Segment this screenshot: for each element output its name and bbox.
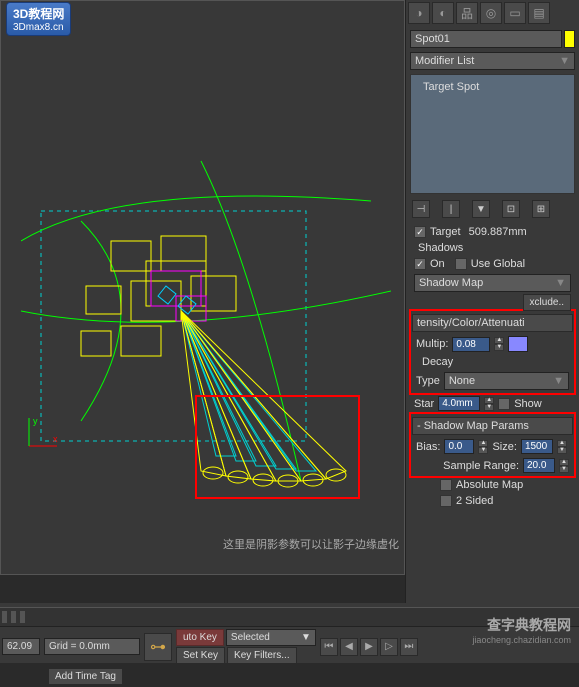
tab-create[interactable]: ◑ [408, 2, 430, 24]
site-logo: 3D教程网 3Dmax8.cn [6, 2, 71, 36]
logo-line2: 3Dmax8.cn [13, 22, 64, 33]
goto-end-button[interactable]: ⏭ [400, 638, 418, 656]
size-spinner[interactable]: 1500 [521, 439, 553, 454]
sample-range-label: Sample Range: [443, 460, 519, 472]
shadow-map-highlight: - Shadow Map Params Bias: 0.0 ▲▼ Size: 1… [409, 412, 576, 478]
dropdown-arrow-icon: ▼ [301, 632, 311, 643]
sample-range-spinner[interactable]: 20.0 [523, 458, 555, 473]
decay-start-label: Star [414, 398, 434, 410]
dropdown-arrow-icon: ▼ [555, 277, 566, 289]
intensity-rollout[interactable]: tensity/Color/Attenuati [412, 314, 573, 332]
watermark-logo: 查字典教程网 [472, 615, 571, 635]
key-mode-value: Selected [231, 632, 270, 643]
viewport[interactable]: x y 这里是阴影参数可以让影子边缘虚化 [0, 0, 405, 575]
use-global-checkbox[interactable] [455, 258, 467, 270]
shadow-type-dropdown[interactable]: Shadow Map ▼ [414, 274, 571, 292]
command-panel: ◑ ◐ 品 ◎ ▭ ▤ Modifier List ▼ Target Spot … [405, 0, 579, 663]
key-icon[interactable]: ⊶ [144, 633, 172, 661]
tab-motion[interactable]: ◎ [480, 2, 502, 24]
decay-type-value: None [449, 375, 475, 387]
size-label: Size: [492, 441, 516, 453]
stack-item[interactable]: Target Spot [415, 79, 570, 95]
multiplier-label: Multip: [416, 338, 448, 350]
target-value: 509.887mm [469, 226, 527, 238]
dropdown-arrow-icon: ▼ [559, 55, 570, 67]
decay-start-spinner[interactable]: 4.0mm [438, 396, 480, 411]
watermark-url: jiaocheng.chazidian.com [472, 635, 571, 645]
highlight-box-viewport [195, 395, 360, 499]
decay-type-dropdown[interactable]: None ▼ [444, 372, 569, 390]
multiplier-spinner[interactable]: 0.08 [452, 337, 490, 352]
spinner-down-icon[interactable]: ▼ [494, 344, 504, 351]
target-label: Target [430, 226, 461, 238]
intensity-highlight: tensity/Color/Attenuati Multip: 0.08 ▲▼ … [409, 309, 576, 395]
key-filters-button[interactable]: Key Filters... [227, 647, 297, 664]
spinner-down-icon[interactable]: ▼ [559, 466, 569, 473]
tab-display[interactable]: ▭ [504, 2, 526, 24]
prev-frame-button[interactable]: ◀ [340, 638, 358, 656]
grid-display [44, 638, 140, 655]
modifier-stack[interactable]: Target Spot [410, 74, 575, 194]
two-sided-checkbox[interactable] [440, 495, 452, 507]
use-global-label: Use Global [471, 258, 525, 270]
target-checkbox[interactable]: ✓ [414, 226, 426, 238]
decay-type-label: Type [416, 375, 440, 387]
spinner-up-icon[interactable]: ▲ [494, 337, 504, 344]
tab-hierarchy[interactable]: 品 [456, 2, 478, 24]
svg-text:y: y [33, 416, 38, 426]
configure-button[interactable]: ⊞ [532, 200, 550, 218]
next-frame-button[interactable]: ▷ [380, 638, 398, 656]
watermark: 查字典教程网 jiaocheng.chazidian.com [472, 615, 571, 645]
shadow-type-value: Shadow Map [419, 277, 483, 289]
key-mode-dropdown[interactable]: Selected ▼ [226, 629, 316, 646]
bias-label: Bias: [416, 441, 440, 453]
logo-line1: 3D教程网 [13, 5, 64, 22]
spinner-down-icon[interactable]: ▼ [478, 447, 488, 454]
object-name-input[interactable] [410, 30, 562, 48]
axis-gizmo: x y [21, 414, 61, 454]
shadows-on-label: On [430, 258, 445, 270]
exclude-button[interactable]: xclude.. [523, 294, 571, 311]
spinner-down-icon[interactable]: ▼ [557, 447, 567, 454]
auto-key-button[interactable]: uto Key [176, 629, 224, 646]
modifier-list-label: Modifier List [415, 55, 474, 67]
spinner-up-icon[interactable]: ▲ [559, 459, 569, 466]
spinner-down-icon[interactable]: ▼ [484, 404, 494, 411]
shadows-heading: Shadows [410, 240, 575, 256]
shadows-on-checkbox[interactable]: ✓ [414, 258, 426, 270]
modifier-list-dropdown[interactable]: Modifier List ▼ [410, 52, 575, 70]
absolute-map-label: Absolute Map [456, 479, 523, 491]
add-time-tag-button[interactable]: Add Time Tag [48, 668, 123, 685]
play-button[interactable]: ▶ [360, 638, 378, 656]
set-key-button[interactable]: Set Key [176, 647, 225, 664]
goto-start-button[interactable]: ⏮ [320, 638, 338, 656]
panel-tabs: ◑ ◐ 品 ◎ ▭ ▤ [406, 0, 579, 26]
absolute-map-checkbox[interactable] [440, 479, 452, 491]
decay-label: Decay [412, 354, 573, 370]
viewport-annotation: 这里是阴影参数可以让影子边缘虚化 [223, 536, 399, 552]
tab-utilities[interactable]: ▤ [528, 2, 550, 24]
show-end-button[interactable]: | [442, 200, 460, 218]
two-sided-label: 2 Sided [456, 495, 493, 507]
tab-modify[interactable]: ◐ [432, 2, 454, 24]
make-unique-button[interactable]: ▼ [472, 200, 490, 218]
show-decay-checkbox[interactable] [498, 398, 510, 410]
playback-controls: ⏮ ◀ ▶ ▷ ⏭ [320, 638, 418, 656]
bias-spinner[interactable]: 0.0 [444, 439, 474, 454]
dropdown-arrow-icon: ▼ [553, 375, 564, 387]
pin-stack-button[interactable]: ⊣ [412, 200, 430, 218]
spinner-up-icon[interactable]: ▲ [478, 440, 488, 447]
spinner-up-icon[interactable]: ▲ [557, 440, 567, 447]
stack-buttons: ⊣ | ▼ ⊡ ⊞ [410, 198, 575, 220]
svg-text:x: x [53, 434, 58, 444]
spinner-up-icon[interactable]: ▲ [484, 397, 494, 404]
object-color-swatch[interactable] [564, 30, 575, 48]
coord-input[interactable] [2, 638, 40, 655]
remove-mod-button[interactable]: ⊡ [502, 200, 520, 218]
shadow-map-rollout[interactable]: - Shadow Map Params [412, 417, 573, 435]
show-label: Show [514, 398, 542, 410]
light-color-swatch[interactable] [508, 336, 528, 352]
